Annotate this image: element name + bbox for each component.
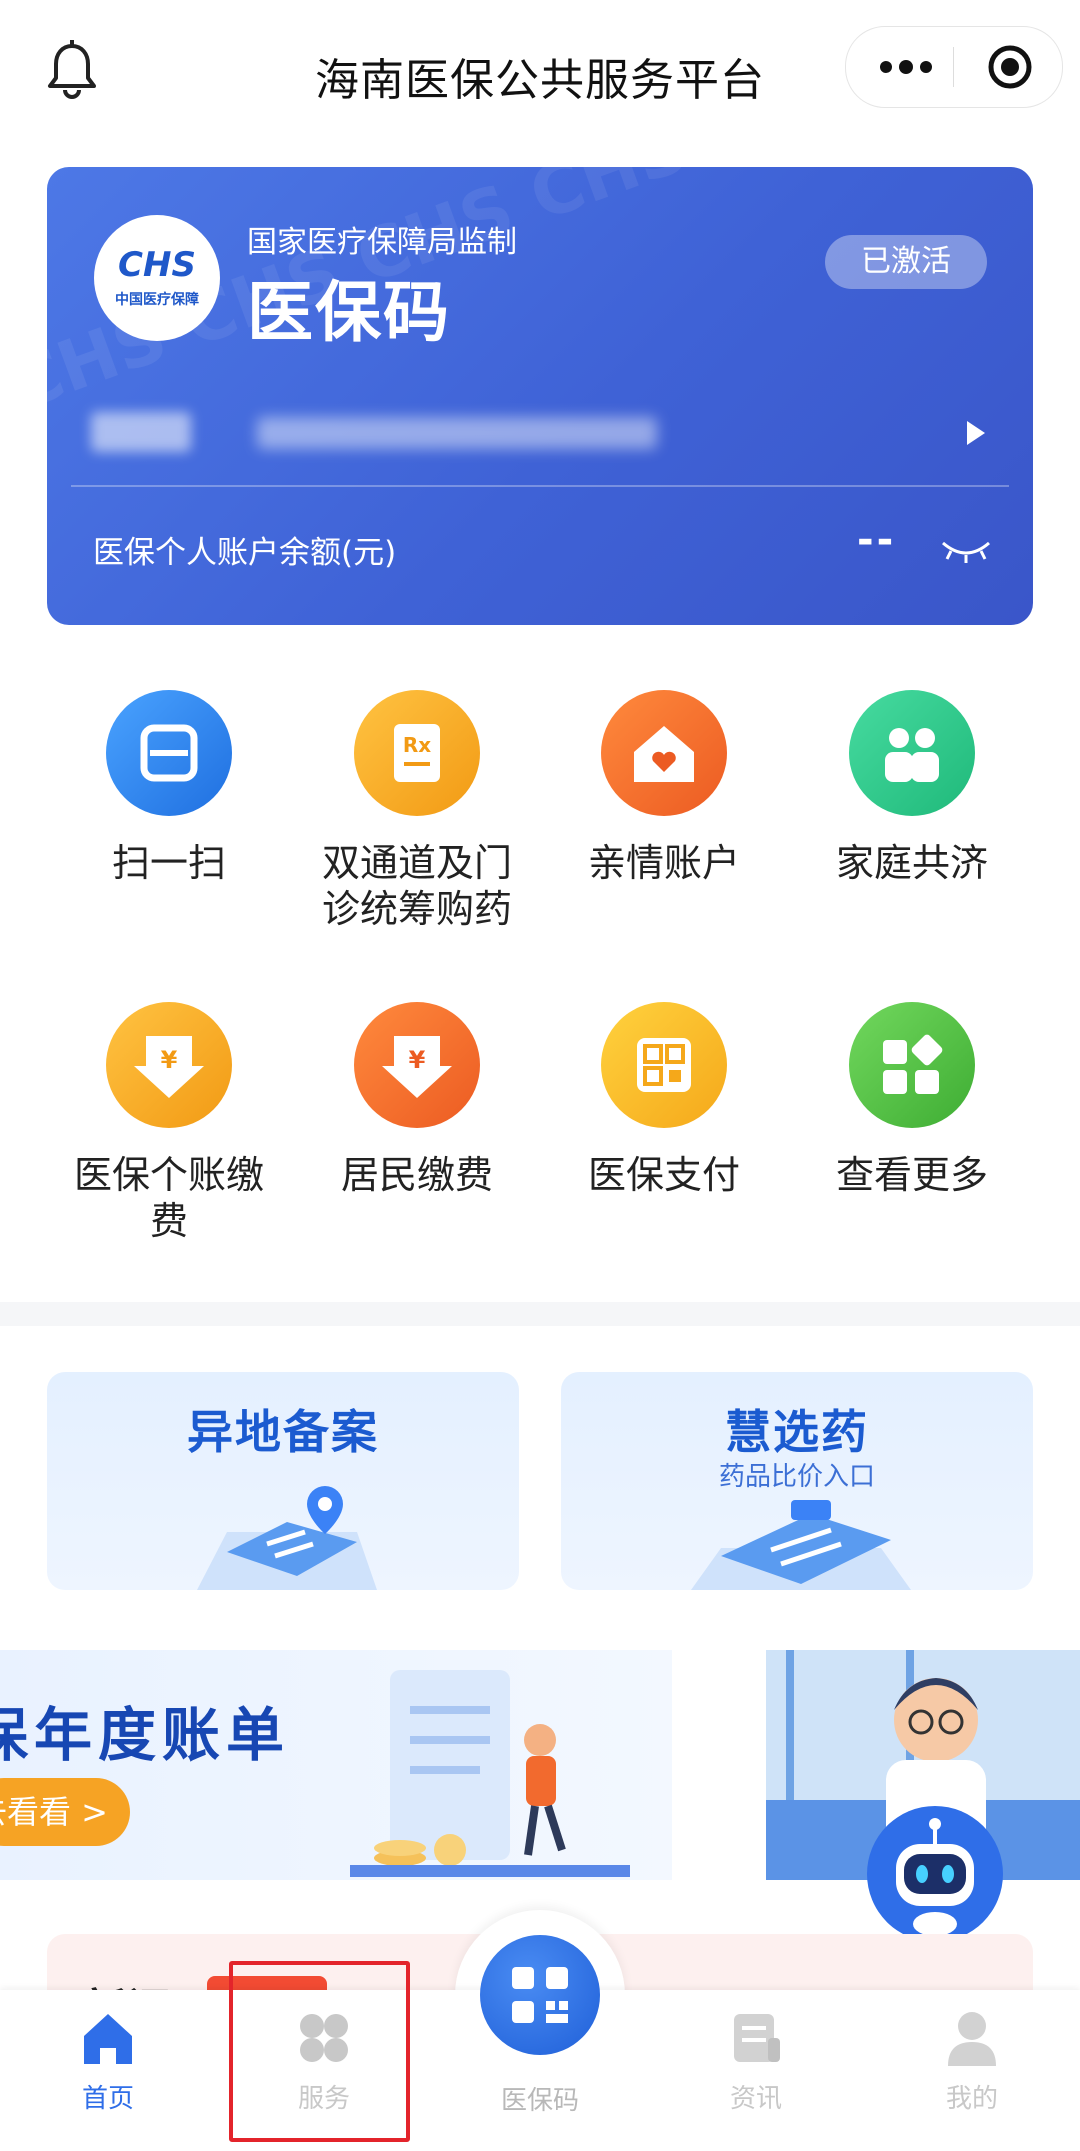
annual-bill-banner[interactable]: 保年度账单 去看看 >: [0, 1650, 672, 1880]
svg-text:¥: ¥: [409, 1046, 426, 1074]
grid-item-label: 查看更多: [835, 1153, 988, 1197]
eye-closed-icon[interactable]: [939, 537, 993, 565]
home-icon: [84, 2014, 132, 2064]
grid-item-label: 家庭共济: [835, 841, 988, 885]
news-icon: [734, 2014, 780, 2062]
tab-label: 医保码: [500, 2086, 579, 2116]
promo-remote-filing[interactable]: 异地备案: [47, 1372, 519, 1590]
grid-item-label: 亲情账户: [587, 841, 740, 885]
qr-payment-icon: [601, 1002, 727, 1128]
blurred-name: [91, 412, 191, 452]
more-apps-icon: [849, 1002, 975, 1128]
clipboard-icon: [691, 1500, 911, 1590]
tab-label: 我的: [945, 2084, 998, 2114]
status-badge: 已激活: [825, 235, 987, 289]
balance-value: --: [857, 517, 897, 563]
tab-label: 首页: [81, 2084, 134, 2114]
promo-title: 慧选药: [725, 1405, 869, 1459]
map-document-icon: [197, 1486, 377, 1590]
more-icon[interactable]: [876, 49, 936, 85]
highlight-box: [229, 1961, 410, 2142]
tab-home[interactable]: 首页: [0, 1990, 216, 2151]
card-title: 医保码: [247, 274, 451, 351]
mini-program-capsule: [845, 26, 1063, 108]
chs-logo-cn: 中国医疗保障: [115, 292, 199, 308]
tab-mine[interactable]: 我的: [864, 1990, 1080, 2151]
grid-item-label: 医保支付: [587, 1153, 740, 1197]
insurance-code-card[interactable]: CHS CHS CHS CHS CHS CHS CHS 中国医疗保障 国家医疗保…: [47, 167, 1033, 625]
qr-code-icon: [512, 1967, 568, 2023]
tab-insurance-code[interactable]: [480, 1935, 600, 2055]
tab-label: 资讯: [729, 2084, 782, 2114]
promo-drug-compare[interactable]: 慧选药 药品比价入口: [561, 1372, 1033, 1590]
yuan-download-icon: ¥: [106, 1002, 232, 1128]
grid-item-label: 居民缴费: [340, 1153, 493, 1197]
yuan-download-icon: ¥: [354, 1002, 480, 1128]
grid-item-label: 医保个账缴费: [73, 1153, 264, 1243]
svg-text:Rx: Rx: [403, 733, 431, 757]
promo-title: 异地备案: [187, 1405, 379, 1459]
close-program-icon[interactable]: [986, 43, 1034, 91]
banner-button[interactable]: 去看看 >: [0, 1778, 130, 1846]
expand-arrow-icon[interactable]: [967, 421, 985, 445]
blurred-id-number: [257, 417, 657, 449]
assistant-robot-icon[interactable]: [864, 1800, 1006, 1948]
family-home-icon: [601, 690, 727, 816]
card-supervise-text: 国家医疗保障局监制: [247, 225, 517, 260]
capsule-divider: [953, 47, 954, 87]
scan-icon: [106, 690, 232, 816]
prescription-icon: Rx: [354, 690, 480, 816]
bill-illustration: [350, 1670, 630, 1877]
banner-title: 保年度账单: [0, 1701, 291, 1769]
top-nav-bar: 海南医保公共服务平台: [0, 0, 1080, 140]
card-divider: [71, 485, 1009, 487]
grid-item-label: 双通道及门诊统筹购药: [321, 841, 512, 931]
family-icon: [849, 690, 975, 816]
balance-label: 医保个人账户余额(元): [93, 535, 397, 571]
grid-item-label: 扫一扫: [111, 841, 226, 885]
svg-text:¥: ¥: [161, 1046, 178, 1074]
chs-logo: CHS 中国医疗保障: [94, 215, 220, 341]
tab-news[interactable]: 资讯: [648, 1990, 864, 2151]
section-divider: [0, 1302, 1080, 1326]
chs-logo-text: CHS: [118, 245, 196, 285]
user-icon: [948, 2012, 996, 2066]
